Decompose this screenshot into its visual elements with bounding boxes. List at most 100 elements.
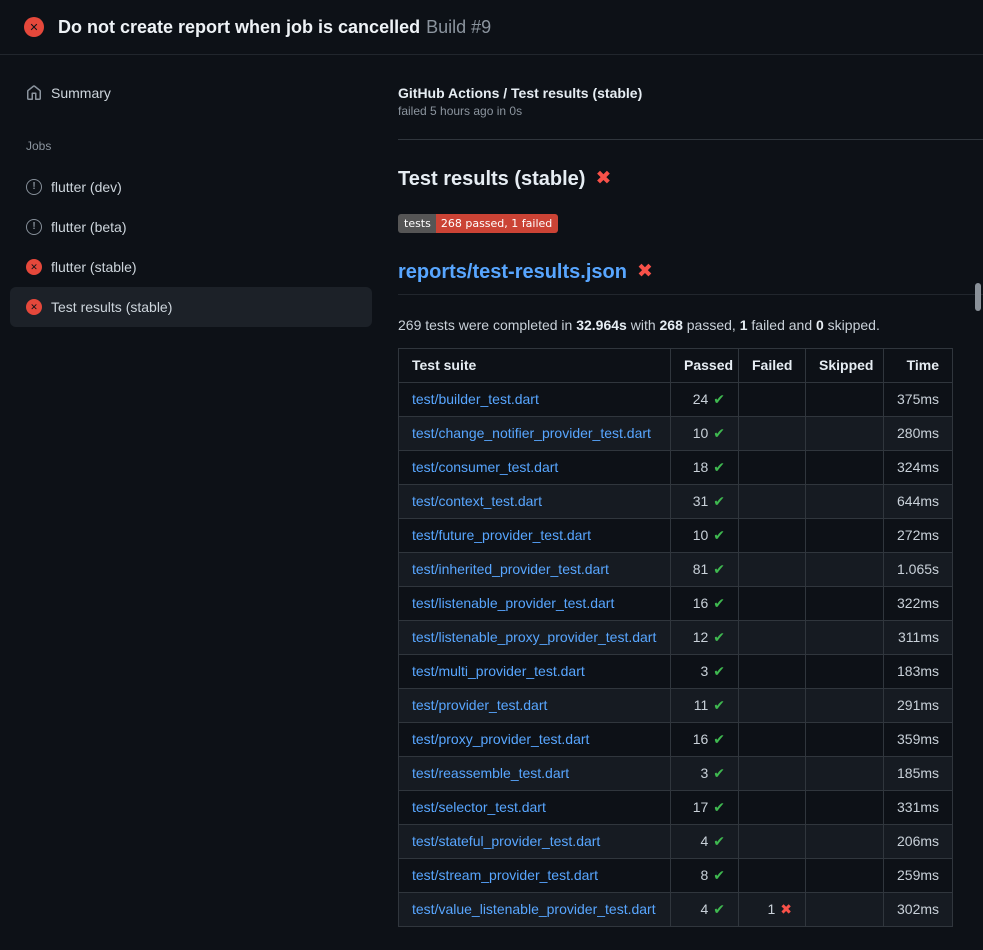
content-layout: Summary Jobs ! flutter (dev) ! flutter (… (0, 55, 983, 927)
suite-cell: test/value_listenable_provider_test.dart (399, 893, 671, 927)
header: ✕ Do not create report when job is cance… (0, 0, 983, 55)
skipped-cell (806, 757, 884, 791)
summary-text: with (627, 317, 660, 333)
skipped-cell (806, 825, 884, 859)
passed-cell: 16✔ (671, 587, 739, 621)
failed-cell: 1✖ (739, 893, 806, 927)
failed-cell (739, 485, 806, 519)
table-row: test/stream_provider_test.dart 8✔ 259ms (399, 859, 953, 893)
summary-text: skipped. (824, 317, 880, 333)
count-value: 4 (700, 901, 708, 917)
time-cell: 375ms (884, 383, 953, 417)
status-meta: failed 5 hours ago in 0s (398, 104, 983, 118)
time-cell: 322ms (884, 587, 953, 621)
sidebar: Summary Jobs ! flutter (dev) ! flutter (… (0, 55, 382, 327)
time-cell: 302ms (884, 893, 953, 927)
table-row: test/reassemble_test.dart 3✔ 185ms (399, 757, 953, 791)
table-header-row: Test suite Passed Failed Skipped Time (399, 349, 953, 383)
report-link[interactable]: reports/test-results.json (398, 259, 627, 285)
table-row: test/future_provider_test.dart 10✔ 272ms (399, 519, 953, 553)
check-icon: ✔ (713, 867, 725, 883)
table-row: test/listenable_proxy_provider_test.dart… (399, 621, 953, 655)
failed-cell (739, 417, 806, 451)
suite-link[interactable]: test/proxy_provider_test.dart (412, 731, 589, 747)
suite-cell: test/context_test.dart (399, 485, 671, 519)
exclamation-glyph: ! (32, 182, 35, 192)
summary-sentence: 269 tests were completed in 32.964s with… (398, 315, 983, 335)
skipped-cell (806, 519, 884, 553)
time-cell: 259ms (884, 859, 953, 893)
sidebar-item-flutter-dev[interactable]: ! flutter (dev) (10, 167, 372, 207)
suite-link[interactable]: test/value_listenable_provider_test.dart (412, 901, 656, 917)
suite-cell: test/stateful_provider_test.dart (399, 825, 671, 859)
count-value: 81 (693, 561, 709, 577)
suite-link[interactable]: test/builder_test.dart (412, 391, 539, 407)
count-value: 16 (693, 595, 709, 611)
sidebar-item-summary[interactable]: Summary (10, 73, 372, 113)
check-icon: ✔ (713, 833, 725, 849)
cancelled-icon: ! (26, 219, 42, 235)
sidebar-item-flutter-beta[interactable]: ! flutter (beta) (10, 207, 372, 247)
suite-cell: test/inherited_provider_test.dart (399, 553, 671, 587)
suite-link[interactable]: test/context_test.dart (412, 493, 542, 509)
suite-link[interactable]: test/consumer_test.dart (412, 459, 558, 475)
summary-text: passed, (683, 317, 740, 333)
table-row: test/selector_test.dart 17✔ 331ms (399, 791, 953, 825)
suite-link[interactable]: test/provider_test.dart (412, 697, 547, 713)
table-row: test/consumer_test.dart 18✔ 324ms (399, 451, 953, 485)
skipped-cell (806, 417, 884, 451)
check-icon: ✔ (713, 595, 725, 611)
suite-link[interactable]: test/multi_provider_test.dart (412, 663, 585, 679)
passed-cell: 17✔ (671, 791, 739, 825)
time-cell: 331ms (884, 791, 953, 825)
time-cell: 206ms (884, 825, 953, 859)
skipped-cell (806, 451, 884, 485)
table-row: test/provider_test.dart 11✔ 291ms (399, 689, 953, 723)
x-glyph: ✕ (29, 21, 38, 34)
report-heading: reports/test-results.json ✖ (398, 259, 983, 295)
passed-cell: 12✔ (671, 621, 739, 655)
scrollbar-thumb[interactable] (975, 283, 981, 311)
suite-link[interactable]: test/future_provider_test.dart (412, 527, 591, 543)
failed-cell (739, 757, 806, 791)
count-value: 10 (693, 425, 709, 441)
results-table-body: test/builder_test.dart 24 ✔ 375ms test/ch… (399, 383, 953, 927)
suite-link[interactable]: test/change_notifier_provider_test.dart (412, 425, 651, 441)
skipped-cell (806, 859, 884, 893)
time-cell: 359ms (884, 723, 953, 757)
suite-cell: test/stream_provider_test.dart (399, 859, 671, 893)
check-icon: ✔ (713, 731, 725, 747)
suite-link[interactable]: test/stream_provider_test.dart (412, 867, 598, 883)
check-icon: ✔ (713, 765, 725, 781)
suite-link[interactable]: test/reassemble_test.dart (412, 765, 569, 781)
suite-cell: test/reassemble_test.dart (399, 757, 671, 791)
suite-link[interactable]: test/inherited_provider_test.dart (412, 561, 609, 577)
job-label: Test results (stable) (51, 299, 172, 315)
count-value: 31 (693, 493, 709, 509)
jobs-section-label: Jobs (26, 139, 356, 153)
count-value: 1 (767, 901, 775, 917)
skipped-cell (806, 383, 884, 417)
summary-duration: 32.964s (576, 317, 627, 333)
skipped-cell (806, 553, 884, 587)
sidebar-item-flutter-stable[interactable]: ✕ flutter (stable) (10, 247, 372, 287)
passed-cell: 31✔ (671, 485, 739, 519)
suite-link[interactable]: test/listenable_provider_test.dart (412, 595, 614, 611)
passed-cell: 4✔ (671, 893, 739, 927)
failed-cell (739, 621, 806, 655)
suite-link[interactable]: test/selector_test.dart (412, 799, 546, 815)
workflow-breadcrumb: GitHub Actions / Test results (stable) (398, 85, 983, 101)
skipped-cell (806, 587, 884, 621)
check-icon: ✔ (713, 799, 725, 815)
check-title-heading: Test results (stable) ✖ (398, 166, 983, 192)
suite-link[interactable]: test/listenable_proxy_provider_test.dart (412, 629, 656, 645)
time-cell: 1.065s (884, 553, 953, 587)
sidebar-item-test-results-stable[interactable]: ✕ Test results (stable) (10, 287, 372, 327)
suite-cell: test/multi_provider_test.dart (399, 655, 671, 689)
count-value: 24 (693, 391, 709, 407)
exclamation-glyph: ! (32, 222, 35, 232)
table-row: test/stateful_provider_test.dart 4✔ 206m… (399, 825, 953, 859)
check-icon: ✔ (713, 697, 725, 713)
failed-icon: ✕ (26, 259, 42, 275)
suite-link[interactable]: test/stateful_provider_test.dart (412, 833, 600, 849)
